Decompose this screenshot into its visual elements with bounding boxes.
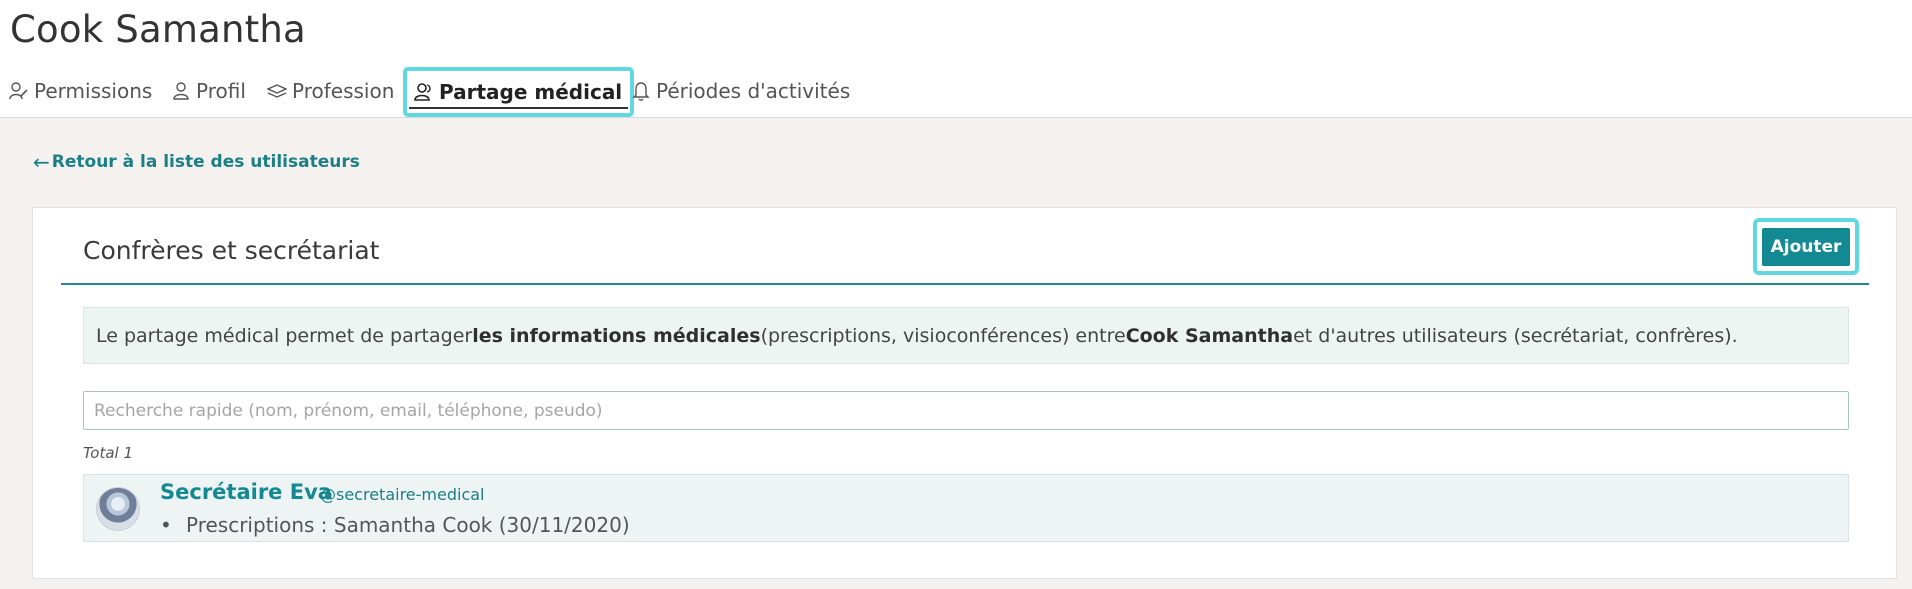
- bell-icon: [630, 80, 652, 102]
- bullet: •: [160, 513, 172, 537]
- user-handle: @secretaire-medical: [320, 485, 485, 504]
- layers-icon: [266, 80, 288, 102]
- back-to-users-link[interactable]: ← Retour à la liste des utilisateurs: [33, 150, 360, 174]
- section-title: Confrères et secrétariat: [83, 236, 380, 265]
- user-edit-icon: [8, 80, 30, 102]
- tab-label: Partage médical: [439, 80, 623, 104]
- add-button-highlight: Ajouter: [1753, 218, 1859, 275]
- tab-periodes-activites[interactable]: Périodes d'activités: [630, 68, 850, 113]
- users-icon: [413, 81, 435, 103]
- total-count: Total 1: [83, 444, 134, 462]
- tab-label: Profil: [196, 78, 246, 103]
- arrow-left-icon: ←: [33, 150, 50, 174]
- tab-label: Permissions: [34, 78, 153, 103]
- tab-bar: Permissions Profil Profession Partage mé…: [0, 67, 1912, 118]
- sharing-card: Confrères et secrétariat Ajouter Le part…: [32, 207, 1897, 579]
- tab-label: Périodes d'activités: [656, 78, 851, 103]
- tab-label: Profession: [292, 78, 395, 103]
- tab-profil[interactable]: Profil: [170, 68, 246, 113]
- search-input[interactable]: [83, 391, 1849, 430]
- user-name[interactable]: Secrétaire Eva: [160, 480, 332, 504]
- back-link-label: Retour à la liste des utilisateurs: [51, 152, 360, 172]
- section-divider: [61, 283, 1869, 285]
- page-title: Cook Samantha: [10, 8, 306, 51]
- tab-partage-medical[interactable]: Partage médical: [403, 67, 635, 117]
- user-icon: [170, 80, 192, 102]
- tab-profession[interactable]: Profession: [266, 68, 394, 113]
- add-button[interactable]: Ajouter: [1762, 227, 1850, 266]
- user-share-detail: • Prescriptions : Samantha Cook (30/11/20…: [160, 513, 630, 537]
- avatar: [96, 487, 140, 531]
- info-banner: Le partage médical permet de partager le…: [83, 307, 1849, 364]
- list-item[interactable]: Secrétaire Eva @secretaire-medical • Pres…: [83, 474, 1849, 542]
- tab-permissions[interactable]: Permissions: [8, 68, 152, 113]
